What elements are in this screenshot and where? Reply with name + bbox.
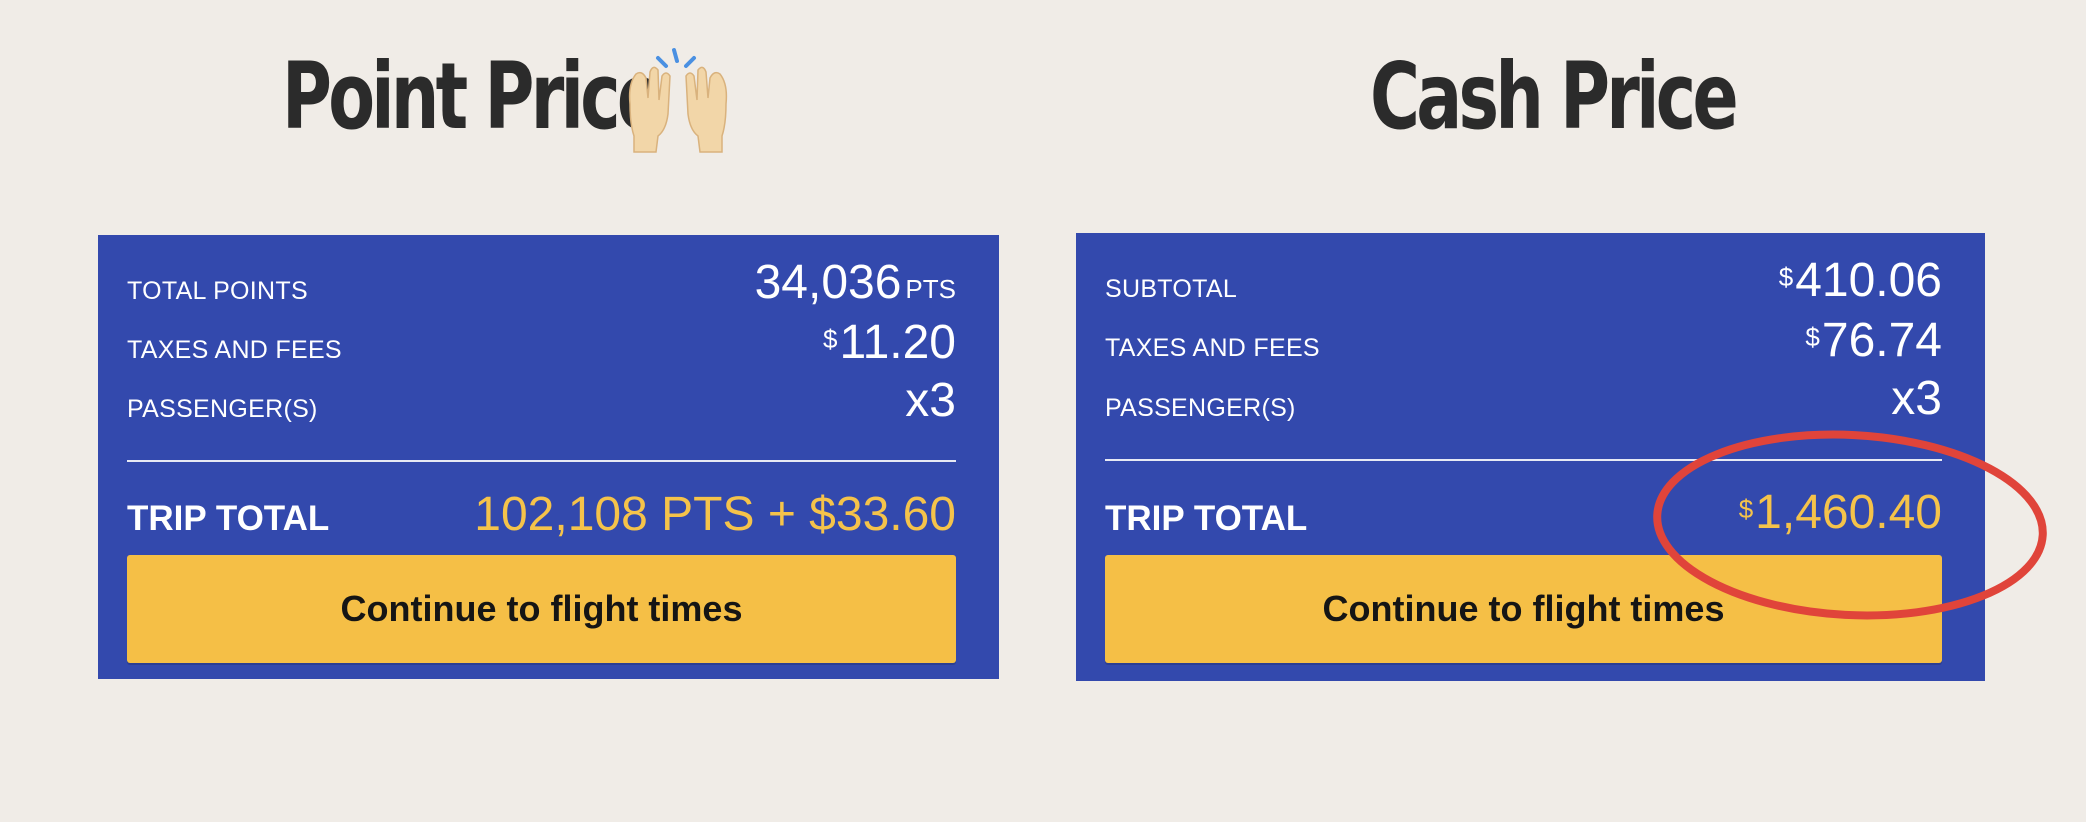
total-points-label: TOTAL POINTS xyxy=(127,277,308,305)
continue-to-flight-times-button[interactable]: Continue to flight times xyxy=(1105,555,1942,663)
raising-hands-icon xyxy=(628,48,728,153)
continue-to-flight-times-button[interactable]: Continue to flight times xyxy=(127,555,956,663)
taxes-fees-value: $11.20 xyxy=(823,315,956,371)
passengers-label: PASSENGER(S) xyxy=(1105,394,1296,422)
taxes-fees-amount: 76.74 xyxy=(1821,314,1942,367)
currency-symbol: $ xyxy=(822,324,838,354)
trip-total-label: TRIP TOTAL xyxy=(1105,499,1308,538)
currency-symbol: $ xyxy=(1778,262,1794,292)
taxes-fees-label: TAXES AND FEES xyxy=(1105,334,1320,362)
subtotal-value: $410.06 xyxy=(1779,253,1942,309)
taxes-fees-amount: 11.20 xyxy=(839,316,956,369)
total-points-value: 34,036 PTS xyxy=(755,255,956,317)
trip-total-label: TRIP TOTAL xyxy=(127,499,330,538)
passengers-value: x3 xyxy=(1891,372,1942,425)
taxes-fees-label: TAXES AND FEES xyxy=(127,336,342,364)
cash-price-heading: Cash Price xyxy=(1370,43,1739,150)
passengers-value: x3 xyxy=(905,374,956,427)
currency-symbol: $ xyxy=(1738,494,1754,524)
point-price-heading: Point Price xyxy=(282,43,663,150)
subtotal-label: SUBTOTAL xyxy=(1105,275,1238,303)
total-points-number: 34,036 xyxy=(754,256,902,309)
divider xyxy=(127,460,956,462)
divider xyxy=(1105,459,1942,461)
taxes-fees-value: $76.74 xyxy=(1805,313,1942,369)
cash-price-card: SUBTOTAL $410.06 TAXES AND FEES $76.74 P… xyxy=(1076,233,1985,681)
pts-unit: PTS xyxy=(905,274,956,304)
point-price-card: TOTAL POINTS 34,036 PTS TAXES AND FEES $1… xyxy=(98,235,999,679)
trip-total-value: 102,108 PTS + $33.60 xyxy=(474,488,956,541)
trip-total-value: $1,460.40 xyxy=(1739,485,1942,541)
subtotal-amount: 410.06 xyxy=(1795,254,1942,307)
trip-total-amount: 1,460.40 xyxy=(1755,486,1942,539)
passengers-label: PASSENGER(S) xyxy=(127,395,318,423)
currency-symbol: $ xyxy=(1805,322,1820,352)
